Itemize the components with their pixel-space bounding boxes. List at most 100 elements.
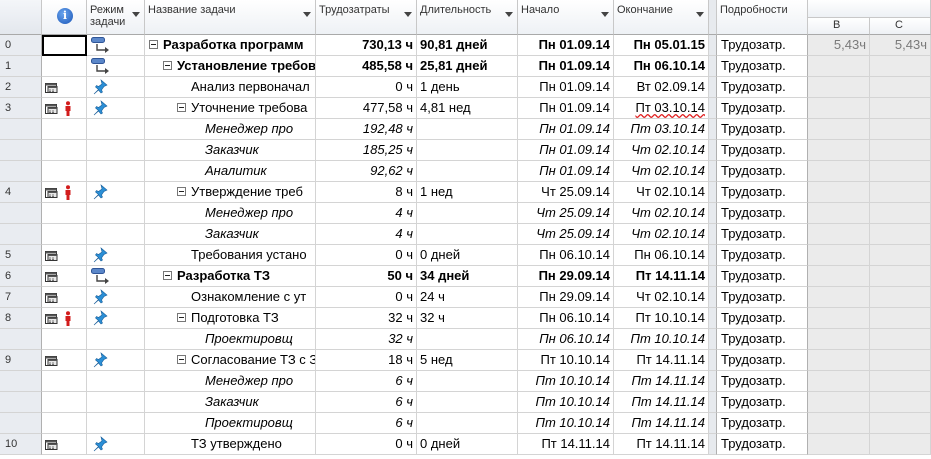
timephased-c-cell[interactable] xyxy=(870,287,931,308)
finish-cell[interactable]: Чт 02.10.14 xyxy=(614,287,709,308)
finish-cell[interactable]: Пт 10.10.14 xyxy=(614,329,709,350)
split-bar-segment[interactable] xyxy=(709,350,717,371)
duration-cell[interactable]: 32 ч xyxy=(417,308,518,329)
duration-cell[interactable]: 1 нед xyxy=(417,182,518,203)
work-cell[interactable]: 0 ч xyxy=(316,287,417,308)
finish-cell[interactable]: Пт 14.11.14 xyxy=(614,266,709,287)
task-mode-cell[interactable] xyxy=(87,224,145,245)
row-id[interactable] xyxy=(0,329,42,350)
start-cell[interactable]: Чт 25.09.14 xyxy=(518,182,614,203)
row-id[interactable] xyxy=(0,119,42,140)
work-cell[interactable]: 477,58 ч xyxy=(316,98,417,119)
split-bar-segment[interactable] xyxy=(709,329,717,350)
task-mode-cell[interactable] xyxy=(87,329,145,350)
task-name-cell[interactable]: Требования устано xyxy=(145,245,316,266)
duration-cell[interactable]: 24 ч xyxy=(417,287,518,308)
timephased-b-cell[interactable] xyxy=(808,245,870,266)
indicators-cell[interactable] xyxy=(42,392,87,413)
indicators-cell[interactable] xyxy=(42,77,87,98)
start-cell[interactable]: Пн 01.09.14 xyxy=(518,140,614,161)
indicators-cell[interactable] xyxy=(42,224,87,245)
start-cell[interactable]: Пн 01.09.14 xyxy=(518,119,614,140)
start-cell[interactable]: Пн 01.09.14 xyxy=(518,77,614,98)
split-bar-segment[interactable] xyxy=(709,56,717,77)
start-cell[interactable]: Пт 10.10.14 xyxy=(518,392,614,413)
row-id[interactable]: 3 xyxy=(0,98,42,119)
timephased-b-cell[interactable] xyxy=(808,371,870,392)
header-work[interactable]: Трудозатраты xyxy=(316,0,417,35)
work-cell[interactable]: 185,25 ч xyxy=(316,140,417,161)
split-bar-segment[interactable] xyxy=(709,392,717,413)
indicators-cell[interactable] xyxy=(42,266,87,287)
task-mode-cell[interactable] xyxy=(87,77,145,98)
timephased-c-cell[interactable] xyxy=(870,98,931,119)
finish-cell[interactable]: Пт 03.10.14 xyxy=(614,98,709,119)
task-name-cell[interactable]: Менеджер про xyxy=(145,119,316,140)
task-row[interactable]: 9 Согласование ТЗ с З 18 ч5 нед Пт 10.10.14… xyxy=(0,350,931,371)
work-cell[interactable]: 18 ч xyxy=(316,350,417,371)
duration-cell[interactable] xyxy=(417,140,518,161)
indicators-cell[interactable] xyxy=(42,182,87,203)
timephased-b-cell[interactable] xyxy=(808,266,870,287)
chevron-down-icon[interactable] xyxy=(601,12,609,17)
start-cell[interactable]: Пн 01.09.14 xyxy=(518,56,614,77)
collapse-toggle-icon[interactable] xyxy=(163,61,172,71)
finish-cell[interactable]: Пн 06.10.14 xyxy=(614,56,709,77)
duration-cell[interactable]: 4,81 нед xyxy=(417,98,518,119)
work-cell[interactable]: 4 ч xyxy=(316,203,417,224)
timephased-b-cell[interactable] xyxy=(808,182,870,203)
task-row[interactable]: 6 Разработка ТЗ 50 ч 34 дней Пн 29.09.14 Пт 1… xyxy=(0,266,931,287)
work-cell[interactable]: 6 ч xyxy=(316,392,417,413)
task-name-cell[interactable]: Проектировщ xyxy=(145,329,316,350)
assignment-row[interactable]: Заказчик 185,25 ч Пн 01.09.14 Чт 02.10.14 Тр… xyxy=(0,140,931,161)
indicators-cell[interactable] xyxy=(42,287,87,308)
split-bar-segment[interactable] xyxy=(709,161,717,182)
row-id[interactable]: 4 xyxy=(0,182,42,203)
row-id[interactable]: 1 xyxy=(0,56,42,77)
header-start[interactable]: Начало xyxy=(518,0,614,35)
task-row[interactable]: 7 Ознакомление с ут 0 ч 24 ч Пн 29.09.14 Чт 0… xyxy=(0,287,931,308)
row-id[interactable] xyxy=(0,140,42,161)
row-id[interactable] xyxy=(0,392,42,413)
work-cell[interactable]: 92,62 ч xyxy=(316,161,417,182)
assignment-row[interactable]: Проектировщ 6 ч Пт 10.10.14 Пт 14.11.14 Труд… xyxy=(0,413,931,434)
finish-cell[interactable]: Пн 05.01.15 xyxy=(614,35,709,56)
finish-cell[interactable]: Чт 02.10.14 xyxy=(614,161,709,182)
task-name-cell[interactable]: Установление требов xyxy=(145,56,316,77)
task-mode-cell[interactable] xyxy=(87,350,145,371)
work-cell[interactable]: 32 ч xyxy=(316,329,417,350)
task-row[interactable]: 0 Разработка программ 730,13 ч 90,81 дней Пн… xyxy=(0,35,931,56)
split-bar-segment[interactable] xyxy=(709,413,717,434)
work-cell[interactable]: 0 ч xyxy=(316,434,417,455)
header-indicators[interactable]: i xyxy=(42,0,87,35)
timephased-b-cell[interactable] xyxy=(808,434,870,455)
task-name-cell[interactable]: Менеджер про xyxy=(145,371,316,392)
task-row[interactable]: 5 Требования устано 0 ч0 дней Пн 06.10.14 Пн… xyxy=(0,245,931,266)
start-cell[interactable]: Пн 29.09.14 xyxy=(518,266,614,287)
finish-cell[interactable]: Вт 02.09.14 xyxy=(614,77,709,98)
header-details[interactable]: Подробности xyxy=(717,0,808,35)
duration-cell[interactable] xyxy=(417,413,518,434)
timephased-c-cell[interactable] xyxy=(870,413,931,434)
task-row[interactable]: 3 Уточнение требова 477,58 ч 4,81 нед Пн 01.… xyxy=(0,98,931,119)
indicators-cell[interactable] xyxy=(42,56,87,77)
assignment-row[interactable]: Проектировщ 32 ч Пн 06.10.14 Пт 10.10.14 Тру… xyxy=(0,329,931,350)
finish-cell[interactable]: Пт 10.10.14 xyxy=(614,308,709,329)
timephased-b-cell[interactable] xyxy=(808,161,870,182)
timephased-c-cell[interactable] xyxy=(870,329,931,350)
duration-cell[interactable]: 5 нед xyxy=(417,350,518,371)
split-bar-segment[interactable] xyxy=(709,371,717,392)
timephased-b-cell[interactable] xyxy=(808,77,870,98)
work-cell[interactable]: 192,48 ч xyxy=(316,119,417,140)
chevron-down-icon[interactable] xyxy=(303,12,311,17)
indicators-cell[interactable] xyxy=(42,308,87,329)
split-bar-segment[interactable] xyxy=(709,245,717,266)
task-name-cell[interactable]: Заказчик xyxy=(145,224,316,245)
split-bar-segment[interactable] xyxy=(709,182,717,203)
split-bar-segment[interactable] xyxy=(709,98,717,119)
task-row[interactable]: 8 Подготовка ТЗ 32 ч 32 ч Пн 06.10.14 Пт 10.1… xyxy=(0,308,931,329)
task-mode-cell[interactable] xyxy=(87,434,145,455)
row-id[interactable]: 6 xyxy=(0,266,42,287)
indicators-cell[interactable] xyxy=(42,245,87,266)
chevron-down-icon[interactable] xyxy=(132,12,140,17)
